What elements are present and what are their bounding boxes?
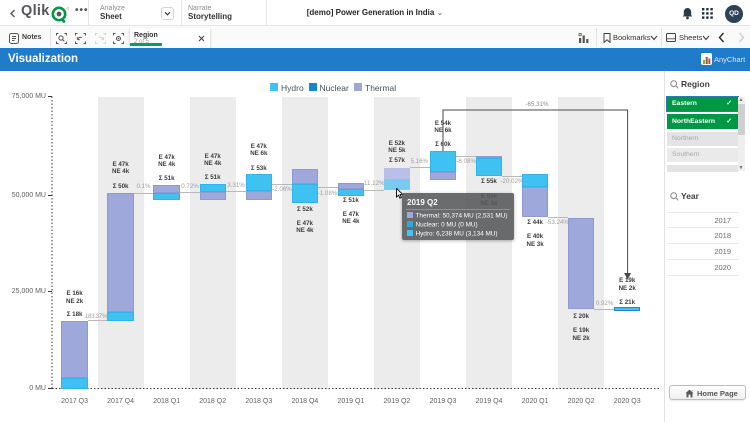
svg-text:®: ® xyxy=(66,6,69,11)
